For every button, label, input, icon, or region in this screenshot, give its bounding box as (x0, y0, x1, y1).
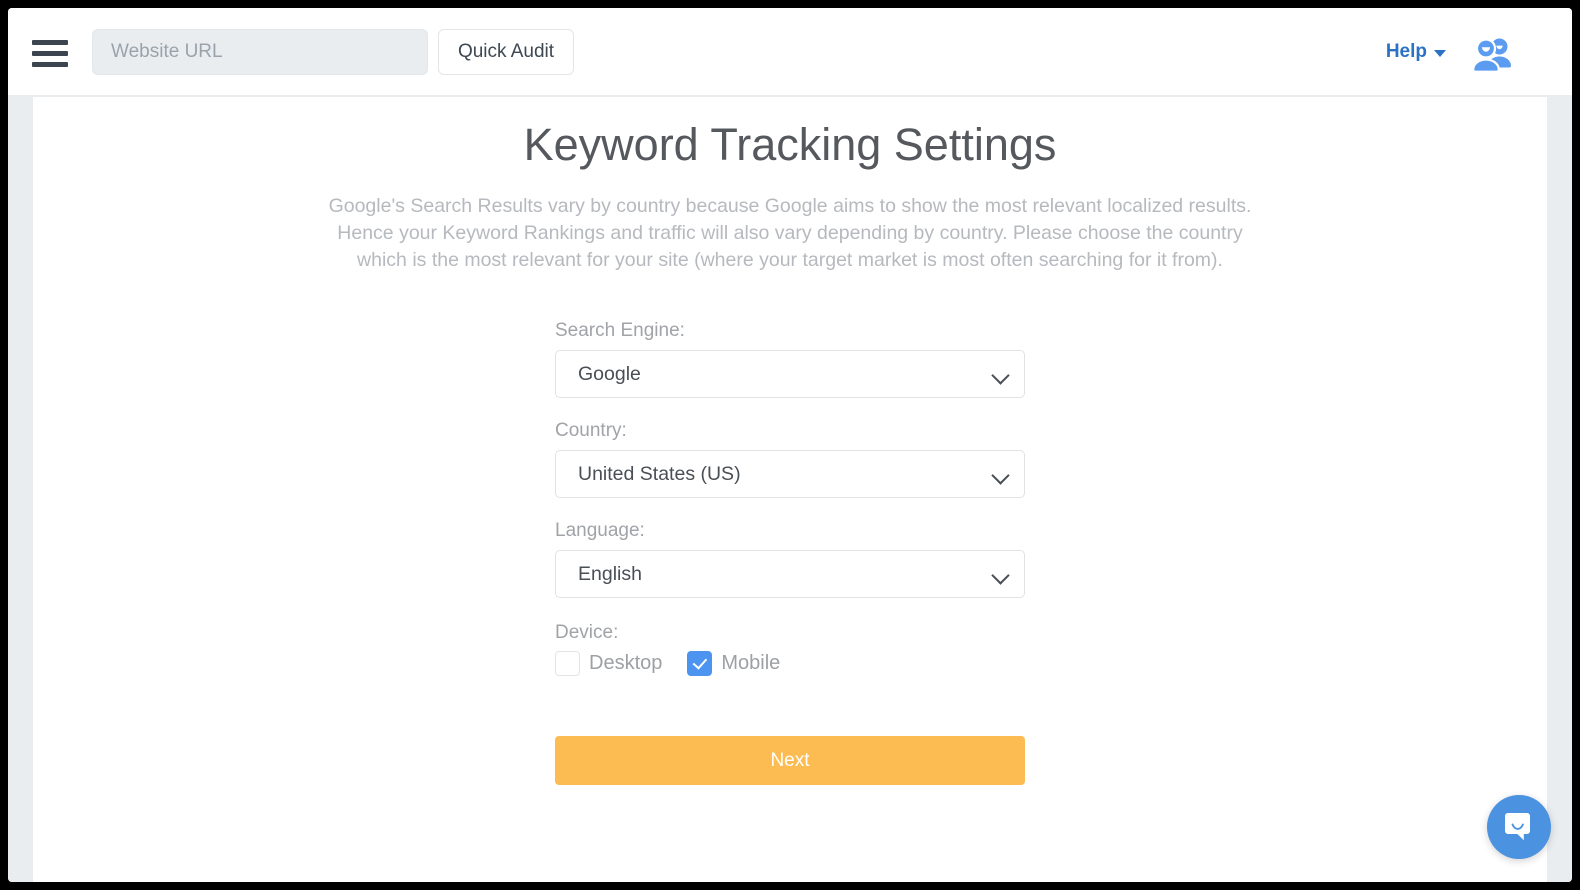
field-country: Country: United States (US) (555, 420, 1025, 498)
search-engine-label: Search Engine: (555, 320, 685, 341)
next-button[interactable]: Next (555, 736, 1025, 785)
quick-audit-button[interactable]: Quick Audit (438, 29, 574, 75)
content-card: Keyword Tracking Settings Google's Searc… (33, 97, 1547, 882)
website-url-input[interactable] (92, 29, 428, 75)
hamburger-bar (32, 62, 68, 67)
desktop-checkbox-label[interactable]: Desktop (589, 652, 662, 675)
top-navigation-bar: Quick Audit Help (8, 8, 1572, 96)
chevron-down-icon (991, 566, 1010, 585)
country-label: Country: (555, 420, 627, 441)
country-select[interactable]: United States (US) (555, 450, 1025, 498)
page-background: Keyword Tracking Settings Google's Searc… (8, 96, 1572, 882)
desktop-checkbox[interactable] (555, 651, 580, 676)
field-device: Device: Desktop Mobile (555, 622, 1025, 676)
chevron-down-icon (991, 366, 1010, 385)
chat-bubble-icon (1505, 813, 1530, 841)
hamburger-menu-icon[interactable] (32, 40, 70, 68)
hamburger-bar (32, 40, 68, 45)
field-search-engine: Search Engine: Google (555, 320, 1025, 398)
keyword-tracking-form: Search Engine: Google Country: United St… (555, 320, 1025, 785)
language-select[interactable]: English (555, 550, 1025, 598)
hamburger-bar (32, 51, 68, 56)
device-options: Desktop Mobile (555, 651, 1025, 676)
language-label: Language: (555, 520, 645, 541)
users-icon[interactable] (1468, 36, 1516, 73)
chat-launcher-button[interactable] (1487, 795, 1551, 859)
page-description: Google's Search Results vary by country … (328, 195, 1252, 271)
device-label: Device: (555, 622, 619, 643)
chevron-down-icon (1434, 50, 1446, 57)
country-value: United States (US) (578, 462, 741, 485)
browser-viewport: Quick Audit Help Keyword Tracking Settin… (8, 8, 1572, 882)
chevron-down-icon (991, 466, 1010, 485)
search-engine-value: Google (578, 362, 641, 385)
page-title: Keyword Tracking Settings (523, 119, 1057, 170)
language-value: English (578, 562, 642, 585)
search-engine-select[interactable]: Google (555, 350, 1025, 398)
help-menu[interactable]: Help (1386, 41, 1446, 63)
mobile-checkbox-label[interactable]: Mobile (721, 652, 780, 675)
help-label: Help (1385, 41, 1427, 62)
mobile-checkbox[interactable] (687, 651, 713, 676)
field-language: Language: English (555, 520, 1025, 598)
